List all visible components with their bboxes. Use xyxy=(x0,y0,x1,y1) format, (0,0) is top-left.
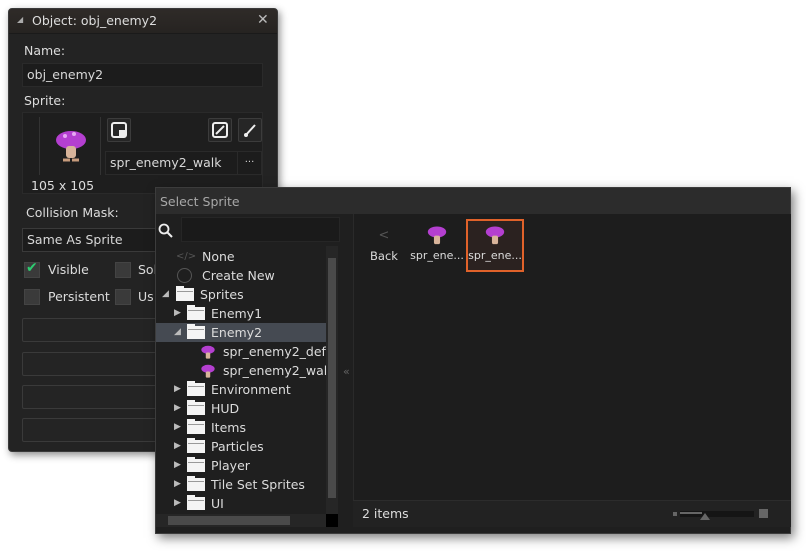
folder-icon xyxy=(187,495,205,510)
grid-item[interactable]: spr_ene... xyxy=(410,220,464,272)
dialog-title: Select Sprite xyxy=(156,188,790,214)
persistent-label: Persistent xyxy=(48,289,110,304)
resource-tree: </> None Create New ◢ Sprites ▶ Enemy1 ◢ Ene… xyxy=(156,246,326,513)
sprite-name-field[interactable]: spr_enemy2_walk xyxy=(105,151,238,175)
scrollbar-corner xyxy=(326,514,338,527)
tree-folder-hud[interactable]: ▶ HUD xyxy=(156,399,326,418)
tree-item-none[interactable]: </> None xyxy=(156,247,326,266)
folder-icon xyxy=(187,305,205,320)
code-icon: </> xyxy=(176,251,197,262)
collapsed-arrow-icon: ▶ xyxy=(174,479,181,489)
mushroom-sprite-icon xyxy=(201,345,215,359)
solid-checkbox[interactable] xyxy=(115,262,131,278)
object-panel-titlebar: ◢ Object: obj_enemy2 ✕ xyxy=(9,9,277,34)
mushroom-sprite-icon xyxy=(427,226,447,245)
object-panel-title: Object: obj_enemy2 xyxy=(32,13,158,28)
folder-icon xyxy=(187,457,205,472)
zoom-slider[interactable] xyxy=(680,511,754,520)
tree-sprite-item[interactable]: spr_enemy2_wal xyxy=(156,361,326,380)
new-sprite-button[interactable] xyxy=(107,118,131,142)
back-button[interactable]: < Back xyxy=(364,228,404,272)
persistent-checkbox[interactable] xyxy=(24,289,40,305)
collapsed-arrow-icon: ▶ xyxy=(174,441,181,451)
sprite-editor-button[interactable] xyxy=(238,118,262,142)
collapsed-arrow-icon: ▶ xyxy=(174,384,181,394)
sprite-label: Sprite: xyxy=(24,93,66,108)
folder-icon xyxy=(187,381,205,396)
status-bar: 2 items xyxy=(353,500,791,527)
tree-sprite-item[interactable]: spr_enemy2_defe xyxy=(156,342,326,361)
vertical-scrollbar[interactable] xyxy=(326,246,338,514)
zoom-small-icon xyxy=(673,512,677,516)
tree-folder-sprites[interactable]: ◢ Sprites xyxy=(156,285,326,304)
checkmark-icon: ✔ xyxy=(26,260,38,276)
folder-icon xyxy=(187,438,205,453)
folder-icon xyxy=(187,476,205,491)
tree-folder-enemy1[interactable]: ▶ Enemy1 xyxy=(156,304,326,323)
collapsed-arrow-icon: ▶ xyxy=(174,422,181,432)
zoom-slider-handle[interactable] xyxy=(700,513,710,520)
tree-folder-player[interactable]: ▶ Player xyxy=(156,456,326,475)
collapsed-arrow-icon: ▶ xyxy=(174,460,181,470)
sprite-browse-button[interactable]: ··· xyxy=(237,151,262,175)
expanded-arrow-icon: ◢ xyxy=(174,327,181,337)
folder-icon xyxy=(187,324,205,339)
name-field[interactable]: obj_enemy2 xyxy=(22,63,263,87)
tree-item-create-new[interactable]: Create New xyxy=(156,266,326,285)
folder-icon xyxy=(187,419,205,434)
visible-checkbox[interactable]: ✔ xyxy=(24,260,40,278)
uses-physics-checkbox[interactable] xyxy=(115,289,131,305)
collapsed-arrow-icon: ▶ xyxy=(174,403,181,413)
close-icon[interactable]: ✕ xyxy=(257,12,269,28)
expanded-arrow-icon: ◢ xyxy=(162,289,169,299)
select-sprite-dialog: Select Sprite </> None Create New ◢ Sprite… xyxy=(155,187,791,534)
add-image-icon xyxy=(111,122,127,138)
zoom-large-icon xyxy=(759,509,768,518)
edit-sprite-button[interactable] xyxy=(208,118,232,142)
name-label: Name: xyxy=(24,43,66,58)
mushroom-sprite-icon xyxy=(201,364,215,378)
edit-image-icon xyxy=(212,122,228,138)
mushroom-sprite-icon xyxy=(56,131,86,162)
sprite-size: 105 x 105 xyxy=(31,178,95,193)
folder-icon xyxy=(187,400,205,415)
scrollbar-thumb[interactable] xyxy=(328,258,336,498)
uses-physics-label: Us xyxy=(138,289,154,304)
sprite-preview[interactable] xyxy=(39,117,101,175)
collision-mask-label: Collision Mask: xyxy=(26,205,119,220)
scrollbar-thumb[interactable] xyxy=(168,516,290,525)
tree-folder-environment[interactable]: ▶ Environment xyxy=(156,380,326,399)
collapse-icon[interactable]: ◢ xyxy=(17,15,23,24)
back-arrow-icon: < xyxy=(378,228,390,243)
plus-circle-icon xyxy=(177,268,192,283)
collapsed-arrow-icon: ▶ xyxy=(174,308,181,318)
tree-folder-tile-set-sprites[interactable]: ▶ Tile Set Sprites xyxy=(156,475,326,494)
tree-folder-ui[interactable]: ▶ UI xyxy=(156,494,326,513)
item-count: 2 items xyxy=(362,506,409,521)
collapse-pane-button[interactable]: « xyxy=(343,365,350,378)
tree-folder-particles[interactable]: ▶ Particles xyxy=(156,437,326,456)
visible-label: Visible xyxy=(48,262,89,277)
folder-icon xyxy=(176,286,194,301)
brush-icon xyxy=(244,124,256,137)
sprite-grid: < Back spr_ene... spr_ene... xyxy=(353,214,791,500)
mushroom-sprite-icon xyxy=(485,226,505,245)
tree-folder-items[interactable]: ▶ Items xyxy=(156,418,326,437)
grid-item-selected[interactable]: spr_ene... xyxy=(466,219,524,272)
tree-folder-enemy2[interactable]: ◢ Enemy2 xyxy=(156,323,326,342)
search-input[interactable] xyxy=(181,217,340,242)
sprite-box: 105 x 105 spr_enemy2_walk ··· xyxy=(22,112,263,194)
horizontal-scrollbar[interactable] xyxy=(156,514,326,527)
collapsed-arrow-icon: ▶ xyxy=(174,498,181,508)
search-icon xyxy=(158,223,173,238)
